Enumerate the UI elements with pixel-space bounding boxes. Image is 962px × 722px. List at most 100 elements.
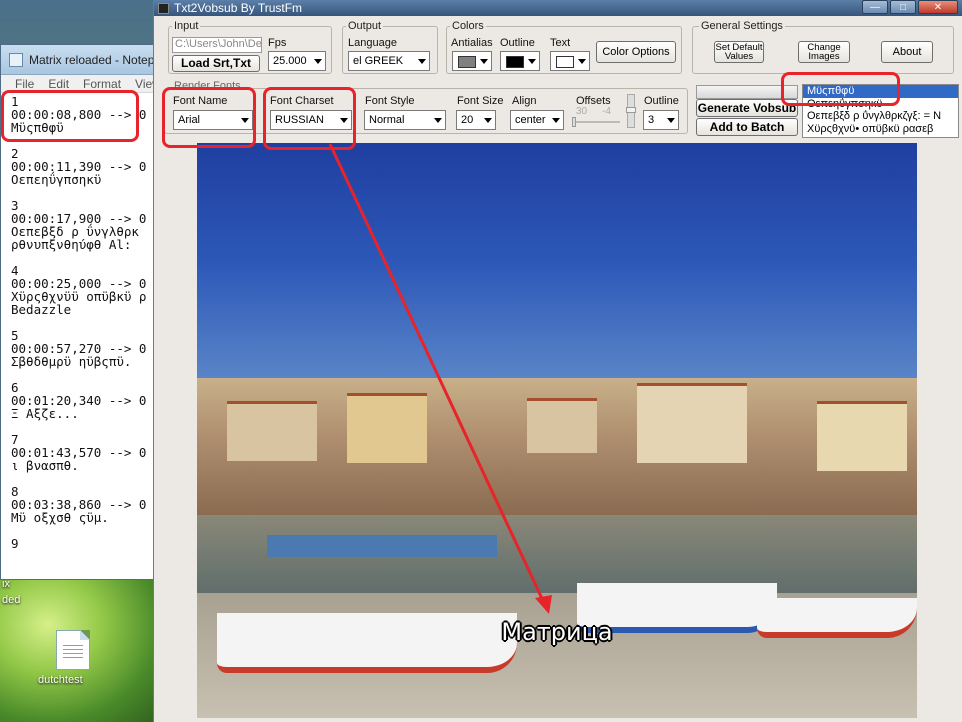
chevron-down-icon bbox=[578, 59, 586, 64]
chevron-down-icon bbox=[314, 59, 322, 64]
chevron-down-icon bbox=[552, 118, 560, 123]
app-titlebar[interactable]: Txt2Vobsub By TrustFm bbox=[154, 0, 962, 16]
close-button[interactable]: ✕ bbox=[918, 0, 958, 14]
menu-format[interactable]: Format bbox=[83, 77, 121, 91]
font-charset-value: RUSSIAN bbox=[275, 114, 324, 126]
app-icon bbox=[158, 2, 169, 14]
subtitle-entry: 4 00:00:25,000 --> 0 Χϋρςθχνϋϋ οπϋβκϋ ρ Be… bbox=[11, 264, 159, 316]
antialias-swatch bbox=[458, 56, 476, 68]
language-value: el GREEK bbox=[353, 55, 404, 67]
language-label: Language bbox=[348, 37, 397, 49]
video-preview: Матрица bbox=[197, 143, 917, 718]
about-button[interactable]: About bbox=[881, 41, 933, 63]
notepad-window[interactable]: Matrix reloaded - Notep File Edit Format… bbox=[0, 44, 161, 580]
font-name-label: Font Name bbox=[173, 95, 228, 107]
font-name-value: Arial bbox=[178, 114, 201, 126]
subtitle-entry: 9 bbox=[11, 537, 159, 550]
preview-building bbox=[227, 401, 317, 461]
chevron-down-icon bbox=[340, 118, 348, 123]
offset-y-slider-thumb[interactable] bbox=[626, 107, 636, 113]
entry-text: Σβθδθμρϋ ηϋβςπϋ. bbox=[11, 354, 132, 369]
antialias-color-select[interactable] bbox=[452, 51, 492, 71]
entry-text: Οεπεβξδ ρ ΰνγλθρκ ρθνυπξνθηύφθ Al: bbox=[11, 224, 139, 252]
subtitle-entry: 2 00:00:11,390 --> 0 Οεπεηΰγπσηκϋ bbox=[11, 147, 159, 186]
chevron-down-icon bbox=[480, 59, 488, 64]
font-style-value: Normal bbox=[369, 114, 405, 126]
add-to-batch-button[interactable]: Add to Batch bbox=[696, 118, 798, 136]
preview-building bbox=[817, 401, 907, 471]
offset-y-value: -4 bbox=[602, 106, 611, 117]
font-style-label: Font Style bbox=[365, 95, 415, 107]
txt2vobsub-window[interactable]: Txt2Vobsub By TrustFm — □ ✕ Input C:\Use… bbox=[153, 0, 962, 722]
subtitle-list[interactable]: Μϋςπθφϋ Οεπεηΰγπσηκϋ Οεπεβξδ ρ ΰνγλθρκζγξ:… bbox=[802, 84, 959, 138]
text-swatch bbox=[556, 56, 574, 68]
outline-size-select[interactable]: 3 bbox=[643, 110, 679, 130]
notepad-icon bbox=[9, 52, 23, 67]
general-settings-title: General Settings bbox=[699, 20, 785, 32]
chevron-down-icon bbox=[418, 59, 426, 64]
chevron-down-icon bbox=[484, 118, 492, 123]
input-path-field[interactable]: C:\Users\John\De bbox=[172, 37, 262, 53]
fps-value: 25.000 bbox=[273, 55, 307, 67]
output-group-title: Output bbox=[346, 20, 384, 32]
fps-select[interactable]: 25.000 bbox=[268, 51, 326, 71]
chevron-down-icon bbox=[667, 118, 675, 123]
font-size-label: Font Size bbox=[457, 95, 504, 107]
subtitle-entry: 6 00:01:20,340 --> 0Ξ Αξζε... bbox=[11, 381, 159, 420]
change-images-button[interactable]: Change Images bbox=[798, 41, 850, 63]
notepad-text-area[interactable]: 1 00:00:08,800 --> 0 Μϋςπθφϋ 2 00:00:11,390 … bbox=[11, 95, 159, 563]
set-default-values-button[interactable]: Set Default Values bbox=[714, 41, 764, 63]
text-color-select[interactable] bbox=[550, 51, 590, 71]
preview-building bbox=[527, 398, 597, 453]
colors-group-title: Colors bbox=[450, 20, 486, 32]
entry-text: Ξ Αξζε... bbox=[11, 406, 79, 421]
subtitle-list-item[interactable]: Οεπεηΰγπσηκϋ bbox=[803, 98, 958, 111]
text-color-label: Text bbox=[550, 37, 571, 49]
outline-size-value: 3 bbox=[648, 114, 655, 126]
desktop-edge-text: ded bbox=[2, 594, 21, 606]
minimize-button[interactable]: — bbox=[862, 0, 888, 14]
align-select[interactable]: center bbox=[510, 110, 564, 130]
notepad-menubar: File Edit Format View bbox=[1, 75, 161, 93]
entry-number: 9 bbox=[11, 536, 19, 551]
font-style-select[interactable]: Normal bbox=[364, 110, 446, 130]
chevron-down-icon bbox=[434, 118, 442, 123]
language-select[interactable]: el GREEK bbox=[348, 51, 430, 71]
preview-building bbox=[347, 393, 427, 463]
preview-water bbox=[197, 515, 917, 605]
color-options-button[interactable]: Color Options bbox=[596, 41, 676, 63]
preview-sky bbox=[197, 143, 917, 383]
render-fonts-title: Render Fonts bbox=[172, 80, 243, 92]
font-charset-select[interactable]: RUSSIAN bbox=[270, 110, 352, 130]
notepad-title: Matrix reloaded - Notep bbox=[29, 52, 155, 67]
desktop-file-icon[interactable]: dutchtest bbox=[38, 630, 108, 686]
subtitle-entry: 7 00:01:43,570 --> 0ι βνασπθ. bbox=[11, 433, 159, 472]
font-size-value: 20 bbox=[461, 114, 474, 126]
subtitle-list-item[interactable]: Μϋςπθφϋ bbox=[803, 85, 958, 98]
menu-file[interactable]: File bbox=[15, 77, 34, 91]
subtitle-list-item[interactable]: Οεπεβξδ ρ ΰνγλθρκζγξ: = Ν bbox=[803, 110, 958, 123]
chevron-down-icon bbox=[528, 59, 536, 64]
offset-x-slider-thumb[interactable] bbox=[572, 117, 576, 127]
load-srt-txt-button[interactable]: Load Srt,Txt bbox=[172, 55, 260, 72]
maximize-button[interactable]: □ bbox=[890, 0, 916, 14]
font-charset-label: Font Charset bbox=[270, 95, 334, 107]
offset-y-slider[interactable] bbox=[626, 94, 636, 128]
chevron-down-icon bbox=[241, 118, 249, 123]
outline-label: Outline bbox=[644, 95, 679, 107]
offset-x-slider[interactable] bbox=[572, 117, 620, 127]
antialias-label: Antialias bbox=[451, 37, 493, 49]
font-size-select[interactable]: 20 bbox=[456, 110, 496, 130]
font-name-select[interactable]: Arial bbox=[173, 110, 253, 130]
menu-edit[interactable]: Edit bbox=[48, 77, 69, 91]
subtitle-list-item[interactable]: Χϋρςθχνϋ• οπϋβκϋ ρασεβ bbox=[803, 123, 958, 136]
entry-text: Οεπεηΰγπσηκϋ bbox=[11, 172, 102, 187]
entry-text: Μϋ οξχσθ ςϋμ. bbox=[11, 510, 109, 525]
generate-vobsub-button[interactable]: Generate Vobsub bbox=[696, 99, 798, 117]
entry-text: Μϋςπθφϋ bbox=[11, 120, 64, 135]
desktop-icon-label: dutchtest bbox=[38, 674, 83, 686]
notepad-titlebar[interactable]: Matrix reloaded - Notep bbox=[1, 45, 159, 75]
outline-color-select[interactable] bbox=[500, 51, 540, 71]
text-file-icon bbox=[56, 630, 90, 670]
outline-color-label: Outline bbox=[500, 37, 535, 49]
